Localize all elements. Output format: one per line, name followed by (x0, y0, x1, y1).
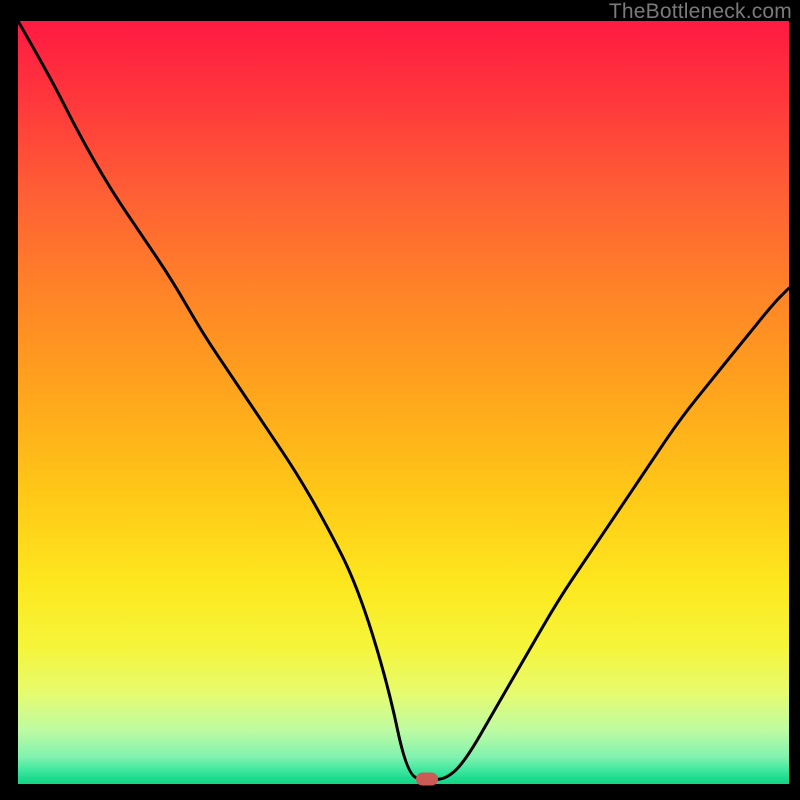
plot-area (18, 21, 789, 784)
optimal-marker (416, 773, 438, 786)
chart-frame (11, 21, 789, 799)
bottleneck-curve-path (18, 21, 789, 779)
curve-svg (18, 21, 789, 784)
